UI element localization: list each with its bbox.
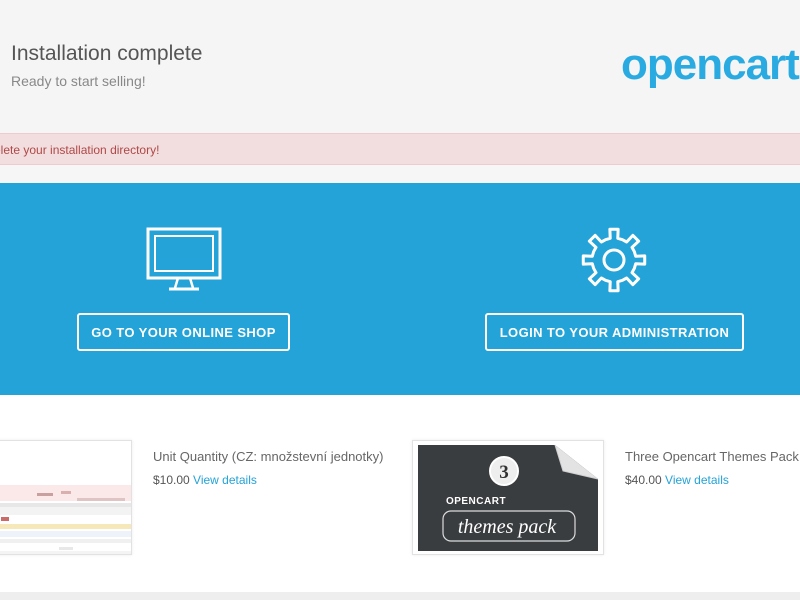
extension-price-line: $40.00 View details	[625, 473, 729, 487]
login-admin-button[interactable]: LOGIN TO YOUR ADMINISTRATION	[485, 313, 744, 351]
footer-divider	[0, 592, 800, 600]
go-to-shop-button[interactable]: GO TO YOUR ONLINE SHOP	[77, 313, 290, 351]
opencart-logo[interactable]: opencart	[621, 35, 800, 95]
extension-price: $10.00	[153, 473, 190, 487]
extension-list: Unit Quantity (CZ: množstevní jednotky) …	[0, 395, 800, 600]
page-title: Installation complete	[11, 42, 203, 65]
page-subtitle: Ready to start selling!	[11, 73, 146, 89]
extension-thumbnail-unit-quantity[interactable]	[0, 440, 132, 555]
alert-banner: elete your installation directory!	[0, 133, 800, 165]
screenshot-thumbnail-icon	[0, 441, 131, 554]
view-details-link[interactable]: View details	[665, 473, 729, 487]
thumb-title: themes pack	[458, 516, 557, 538]
gear-icon	[581, 227, 647, 293]
monitor-icon	[146, 227, 222, 291]
action-panel: GO TO YOUR ONLINE SHOP LOGIN TO YOUR ADM…	[0, 183, 800, 395]
alert-text: elete your installation directory!	[0, 143, 160, 157]
thumb-label: OPENCART	[446, 496, 506, 507]
extension-name[interactable]: Unit Quantity (CZ: množstevní jednotky)	[153, 449, 383, 464]
page-header: Installation complete Ready to start sel…	[0, 0, 800, 133]
extension-name[interactable]: Three Opencart Themes Pack	[625, 449, 799, 464]
themes-pack-thumbnail-icon: 3 OPENCART themes pack	[413, 441, 603, 554]
extension-thumbnail-themes-pack[interactable]: 3 OPENCART themes pack	[412, 440, 604, 555]
view-details-link[interactable]: View details	[193, 473, 257, 487]
thumb-number: 3	[499, 462, 509, 483]
extension-price: $40.00	[625, 473, 662, 487]
extension-price-line: $10.00 View details	[153, 473, 257, 487]
